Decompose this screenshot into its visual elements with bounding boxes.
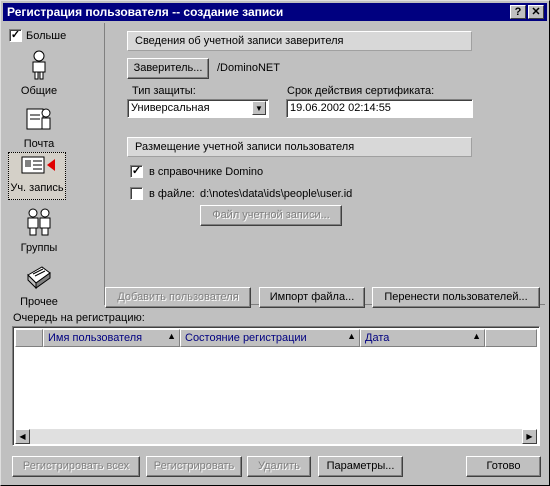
registration-dialog: Регистрация пользователя -- создание зап… — [0, 0, 550, 486]
sidebar: ✓ Больше Общие Почта Уч. запись Группы П… — [4, 25, 100, 308]
sort-icon: ▲ — [347, 331, 356, 341]
column-header-empty[interactable] — [15, 329, 43, 347]
arrow-right-icon: ▶ — [526, 432, 533, 441]
security-type-label: Тип защиты: — [132, 85, 196, 97]
sidebar-item-label: Группы — [20, 242, 58, 254]
column-header-date[interactable]: Дата ▲ — [360, 329, 485, 347]
check-icon: ✓ — [131, 165, 142, 177]
column-header-label: Дата — [365, 332, 390, 344]
id-card-icon — [21, 156, 55, 174]
window-title: Регистрация пользователя -- создание зап… — [7, 5, 284, 19]
arrow-left-icon: ◀ — [19, 432, 26, 441]
mail-person-icon — [26, 108, 51, 130]
column-header-label: Состояние регистрации — [185, 332, 307, 344]
help-button[interactable]: ? — [510, 5, 526, 19]
sidebar-item-label: Общие — [20, 85, 58, 97]
dropdown-button[interactable]: ▼ — [252, 101, 266, 115]
security-type-value: Универсальная — [131, 102, 210, 114]
sort-icon: ▲ — [167, 331, 176, 341]
title-bar: Регистрация пользователя -- создание зап… — [3, 3, 547, 21]
sidebar-item-label: Прочее — [20, 296, 58, 308]
sidebar-item-mail[interactable]: Почта — [4, 103, 74, 150]
in-directory-checkbox[interactable]: ✓ — [130, 165, 143, 178]
registration-queue-list[interactable]: Имя пользователя ▲ Состояние регистрации… — [12, 326, 540, 446]
group-icon — [27, 208, 51, 236]
column-header-label: Имя пользователя — [48, 332, 143, 344]
id-storage-section-header: Размещение учетной записи пользователя — [127, 137, 472, 157]
account-panel: Сведения об учетной записи заверителя За… — [104, 23, 545, 305]
done-button[interactable]: Готово — [466, 456, 541, 477]
more-checkbox[interactable]: ✓ — [9, 29, 22, 42]
file-path: d:\notes\data\ids\people\user.id — [200, 188, 353, 200]
in-file-checkbox[interactable] — [130, 187, 143, 200]
column-header-status[interactable]: Состояние регистрации ▲ — [180, 329, 360, 347]
scroll-right-button[interactable]: ▶ — [522, 429, 537, 444]
close-icon: ✕ — [531, 6, 541, 18]
sidebar-item-label: Уч. запись — [10, 182, 64, 194]
certifier-value: /DominoNET — [217, 62, 280, 74]
import-file-button[interactable]: Импорт файла... — [259, 287, 365, 308]
sort-icon: ▲ — [472, 331, 481, 341]
chevron-down-icon: ▼ — [255, 104, 263, 113]
add-user-button[interactable]: Добавить пользователя — [105, 287, 251, 308]
id-storage-header-text: Размещение учетной записи пользователя — [135, 141, 355, 153]
sidebar-item-groups[interactable]: Группы — [4, 207, 74, 254]
expiration-input[interactable]: 19.06.2002 02:14:55 — [286, 99, 473, 118]
horizontal-scrollbar[interactable]: ◀ ▶ — [15, 429, 537, 444]
options-button[interactable]: Параметры... — [318, 456, 403, 477]
certifier-section-header: Сведения об учетной записи заверителя — [127, 31, 472, 51]
column-header-user-name[interactable]: Имя пользователя ▲ — [43, 329, 180, 347]
id-file-button[interactable]: Файл учетной записи... — [200, 205, 342, 226]
more-label: Больше — [26, 30, 67, 42]
expiration-value: 19.06.2002 02:14:55 — [290, 102, 391, 114]
sidebar-item-label: Почта — [23, 138, 55, 150]
queue-label: Очередь на регистрацию: — [13, 312, 145, 324]
in-file-label: в файле: — [149, 188, 195, 200]
person-icon — [32, 50, 46, 80]
close-button[interactable]: ✕ — [528, 5, 544, 19]
other-icon — [27, 266, 51, 290]
in-directory-label: в справочнике Domino — [149, 166, 264, 178]
check-icon: ✓ — [10, 29, 21, 41]
register-button[interactable]: Регистрировать — [146, 456, 242, 477]
certifier-button[interactable]: Заверитель... — [127, 58, 209, 79]
security-type-select[interactable]: Универсальная ▼ — [127, 99, 269, 118]
sidebar-item-account[interactable]: Уч. запись — [8, 152, 66, 200]
sidebar-item-general[interactable]: Общие — [4, 50, 74, 97]
certifier-header-text: Сведения об учетной записи заверителя — [135, 35, 344, 47]
sidebar-item-other[interactable]: Прочее — [4, 261, 74, 308]
delete-button[interactable]: Удалить — [247, 456, 311, 477]
register-all-button[interactable]: Регистрировать всех — [12, 456, 140, 477]
expiration-label: Срок действия сертификата: — [287, 85, 435, 97]
migrate-users-button[interactable]: Перенести пользователей... — [372, 287, 540, 308]
column-header-filler — [485, 329, 537, 347]
scroll-left-button[interactable]: ◀ — [15, 429, 30, 444]
